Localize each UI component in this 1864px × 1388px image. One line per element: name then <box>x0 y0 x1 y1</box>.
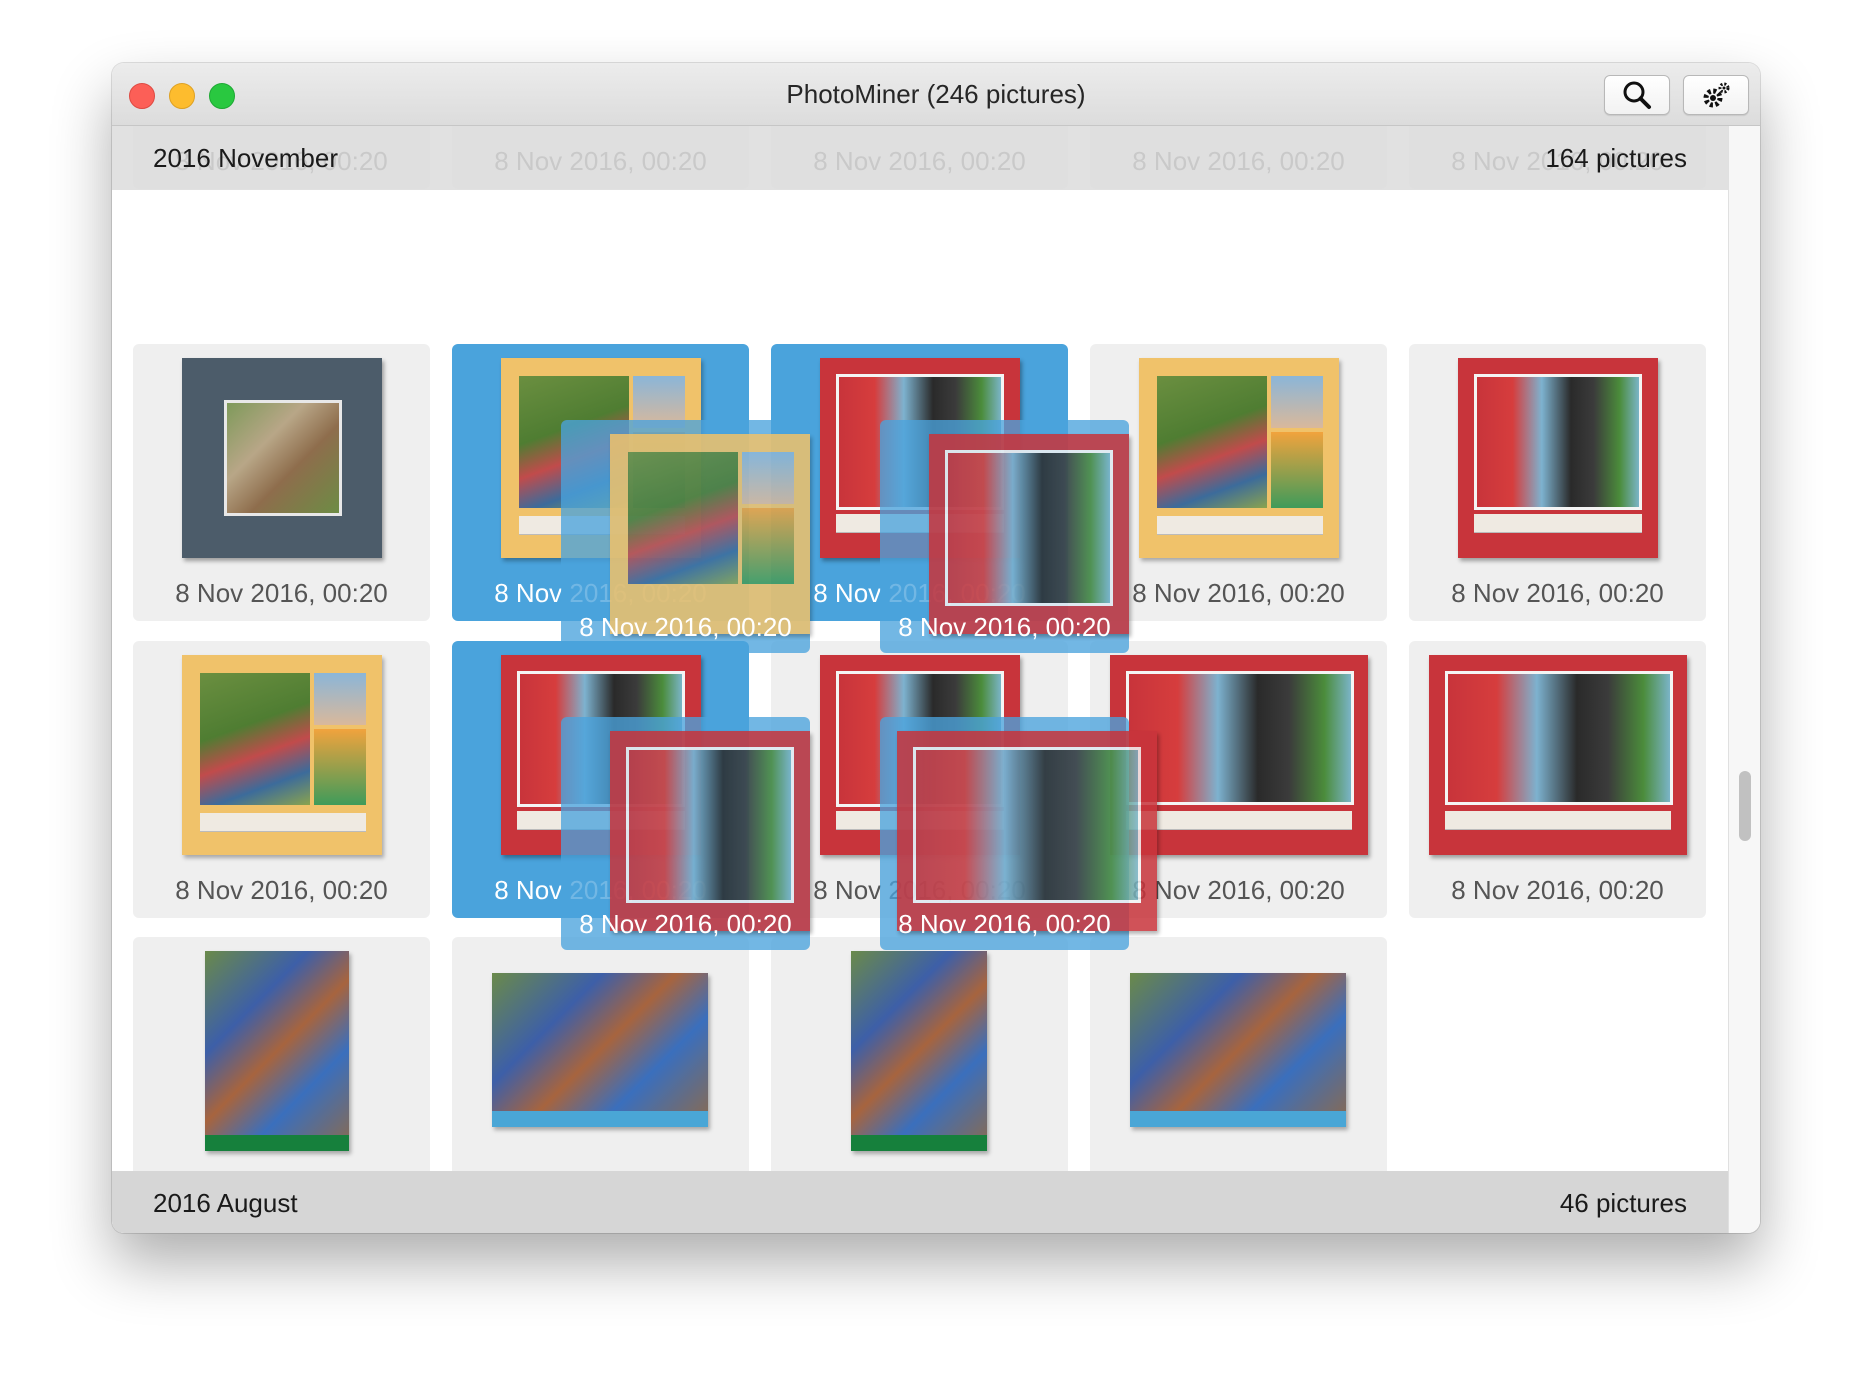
photo-thumbnail <box>610 731 810 931</box>
drag-preview-item: 8 Nov 2016, 00:20 <box>880 420 1129 653</box>
photo-tile[interactable]: 8 Nov 2016, 00:20 <box>1409 641 1706 918</box>
photo-thumbnail <box>182 655 382 855</box>
scrollbar-thumb[interactable] <box>1739 771 1751 841</box>
window-title: PhotoMiner (246 pictures) <box>786 79 1086 109</box>
gear-icon <box>1703 82 1730 108</box>
photo-thumbnail <box>492 973 708 1127</box>
drag-preview-item: 8 Nov 2016, 00:20 <box>561 717 810 950</box>
drag-caption: 8 Nov 2016, 00:20 <box>898 612 1111 642</box>
drag-caption: 8 Nov 2016, 00:20 <box>579 909 792 939</box>
photo-thumbnail <box>205 951 349 1151</box>
photo-tile[interactable]: 8 Nov 2016, 00:20 <box>1409 344 1706 621</box>
section-header-november: 2016 November 164 pictures <box>112 126 1728 190</box>
section-count: 46 pictures <box>1559 1188 1687 1218</box>
photo-tile[interactable]: 8 Nov 2016, 00:20 <box>133 344 430 621</box>
photo-thumbnail <box>851 951 987 1151</box>
photo-thumbnail <box>1458 358 1658 558</box>
photo-date: 8 Nov 2016, 00:20 <box>175 875 388 905</box>
search-icon <box>1623 81 1651 109</box>
photo-thumbnail <box>610 434 810 634</box>
photo-tile[interactable]: 8 Nov 2016, 00:20 <box>133 641 430 918</box>
drag-caption: 8 Nov 2016, 00:20 <box>898 909 1111 939</box>
section-count: 164 pictures <box>1545 143 1687 173</box>
vertical-scrollbar[interactable] <box>1728 126 1760 1233</box>
photo-date: 8 Nov 2016, 00:20 <box>1451 578 1664 608</box>
settings-button[interactable] <box>1683 75 1749 115</box>
photo-date: 8 Nov 2016, 00:20 <box>1451 875 1664 905</box>
photo-thumbnail <box>182 358 382 558</box>
section-header-august: 2016 August 46 pictures <box>112 1171 1728 1233</box>
section-title: 2016 August <box>153 1188 298 1218</box>
photo-thumbnail <box>897 731 1157 931</box>
drag-preview-item: 8 Nov 2016, 00:20 <box>561 420 810 653</box>
drag-preview-item: 8 Nov 2016, 00:20 <box>880 717 1157 950</box>
section-title: 2016 November <box>153 143 338 173</box>
drag-caption: 8 Nov 2016, 00:20 <box>579 612 792 642</box>
search-button[interactable] <box>1604 75 1670 115</box>
photo-thumbnail <box>1429 655 1687 855</box>
photo-thumbnail <box>1139 358 1339 558</box>
title-bar: PhotoMiner (246 pictures) <box>112 63 1760 126</box>
app-window: PhotoMiner (246 pictures) 2016 November … <box>112 63 1760 1233</box>
photo-date: 8 Nov 2016, 00:20 <box>1132 578 1345 608</box>
photo-date: 8 Nov 2016, 00:20 <box>175 578 388 608</box>
photo-grid[interactable]: 2016 November 164 pictures 8 Nov 2016, 0… <box>112 126 1728 1233</box>
photo-thumbnail <box>1130 973 1346 1127</box>
photo-thumbnail <box>929 434 1129 634</box>
photo-tile[interactable]: 8 Nov 2016, 00:20 <box>1090 344 1387 621</box>
